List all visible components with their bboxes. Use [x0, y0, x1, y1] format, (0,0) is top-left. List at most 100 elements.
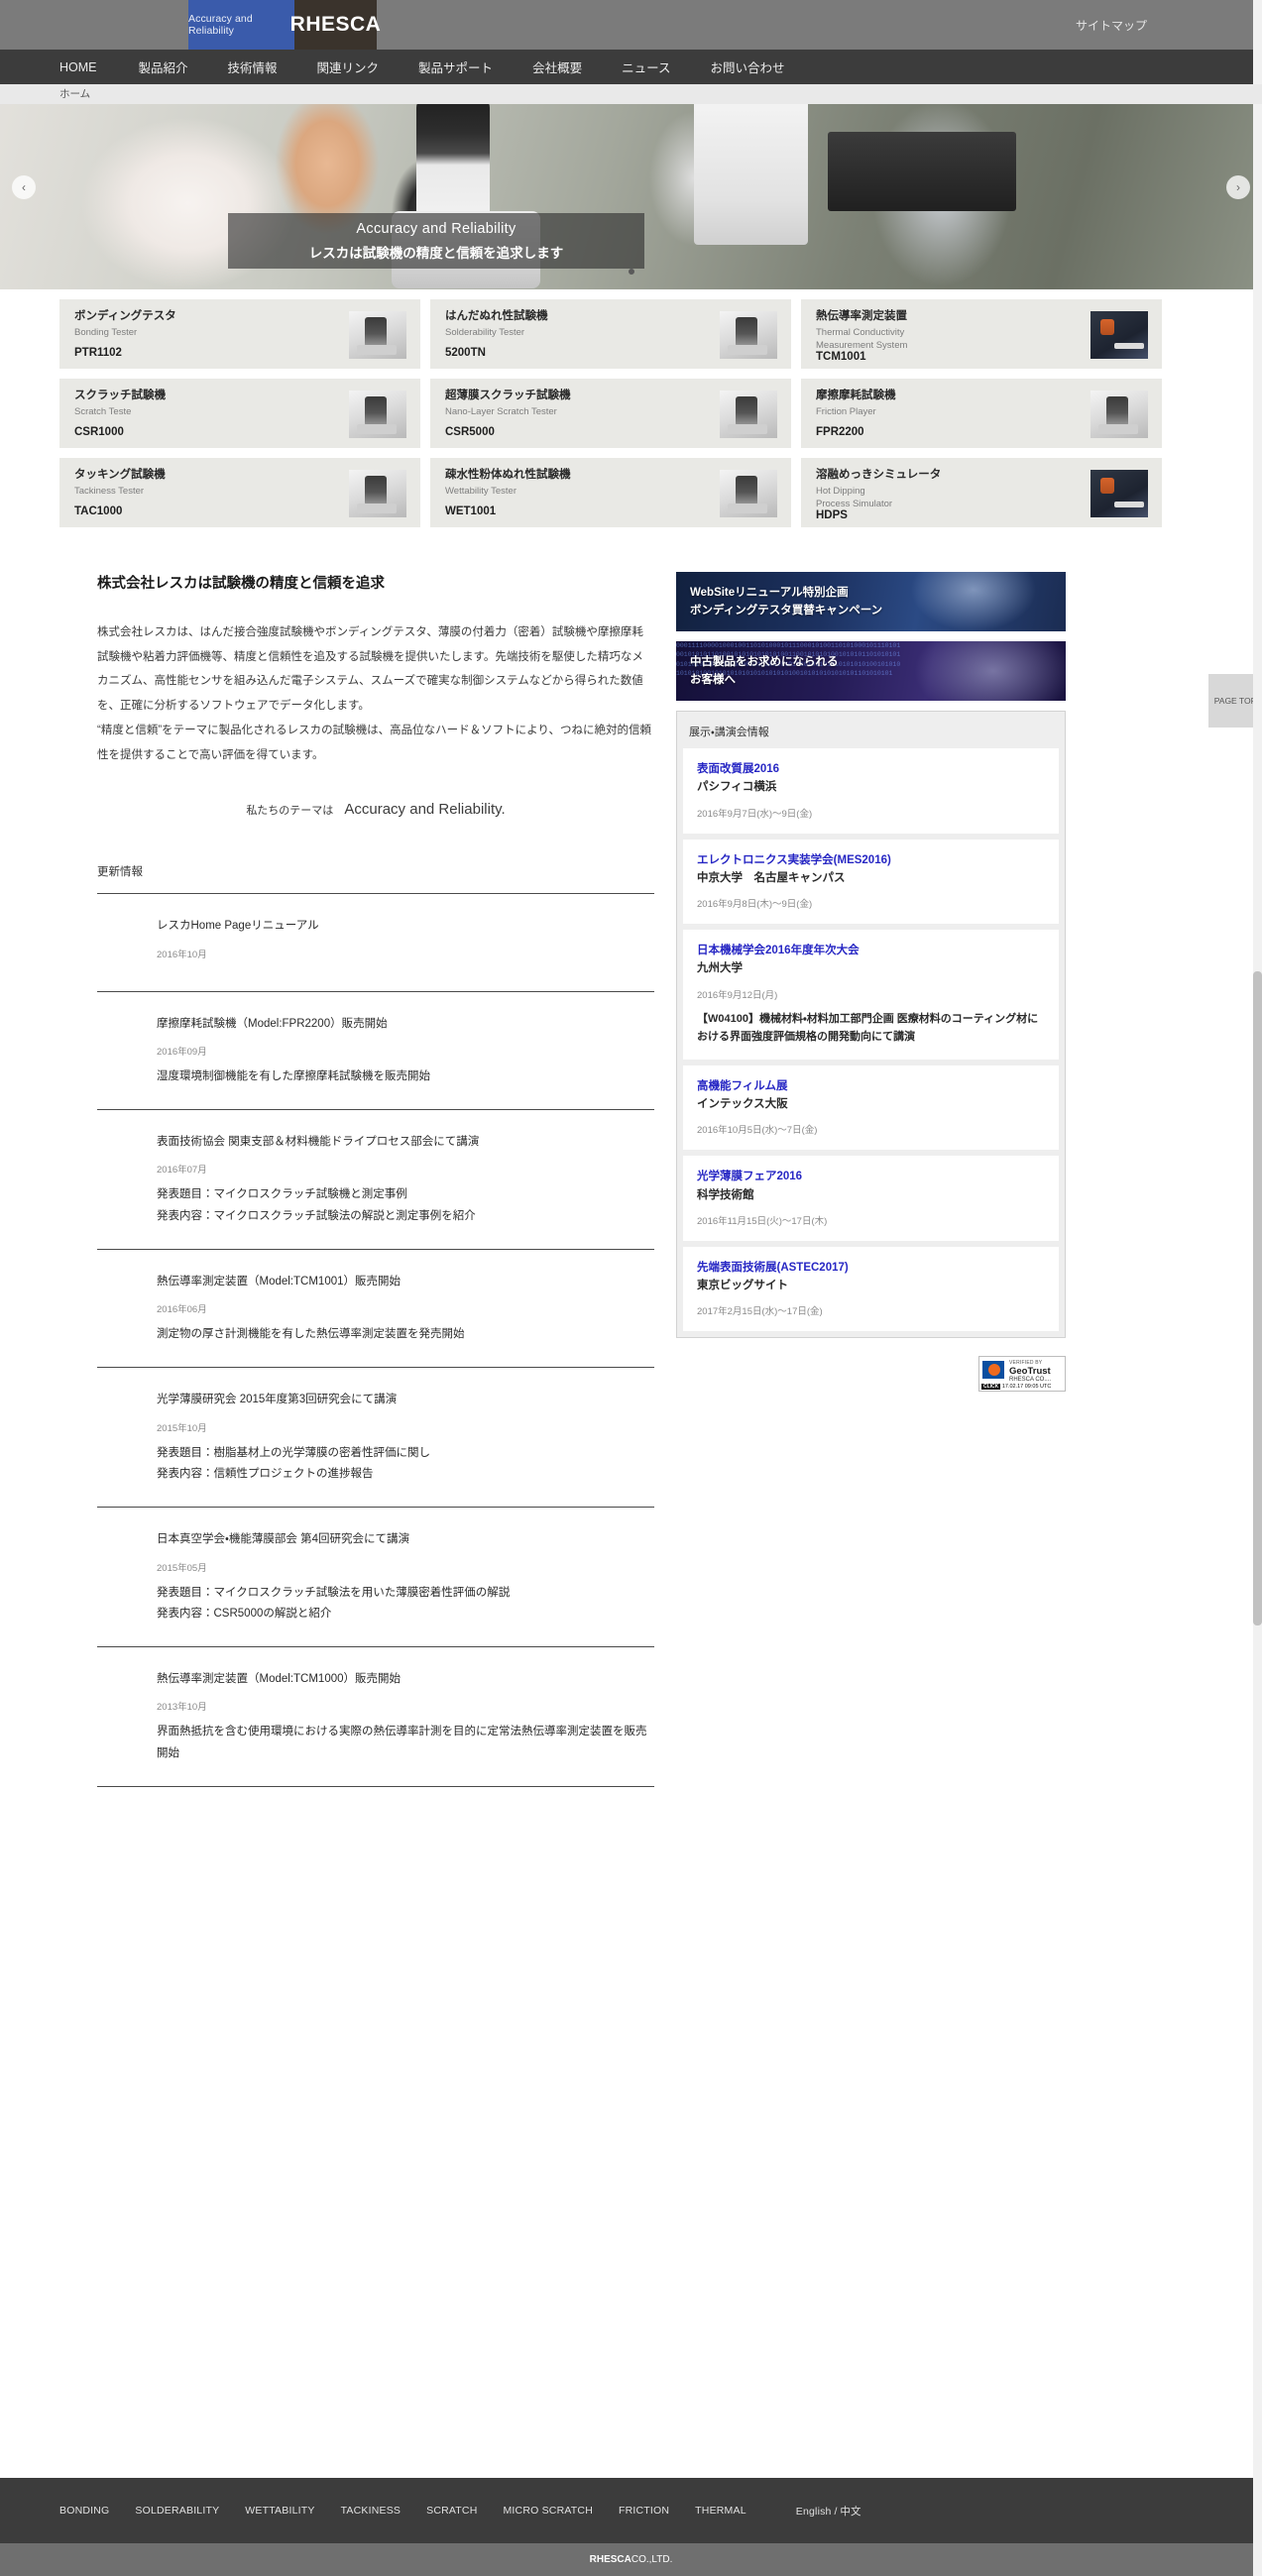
- language-english[interactable]: English: [796, 2506, 832, 2518]
- news-item[interactable]: 表面技術協会 関東支部＆材料機能ドライプロセス部会にて講演 2016年07月 発…: [97, 1110, 654, 1250]
- campaign-banner[interactable]: WebSiteリニューアル特別企画 ボンディングテスタ買替キャンペーン: [676, 572, 1066, 631]
- event-title[interactable]: 高機能フィルム展: [697, 1078, 1045, 1095]
- nav-item-products[interactable]: 製品紹介: [139, 57, 188, 76]
- logo-tagline: Accuracy and Reliability: [188, 0, 294, 50]
- footer-link-solderability[interactable]: SOLDERABILITY: [135, 2505, 219, 2517]
- news-item[interactable]: 摩擦摩耗試験機（Model:FPR2200）販売開始 2016年09月 湿度環境…: [97, 992, 654, 1111]
- event-item[interactable]: 光学薄膜フェア2016 科学技術館 2016年11月15日(火)～17日(木): [683, 1156, 1059, 1241]
- news-item[interactable]: レスカHome Pageリニューアル 2016年10月: [97, 894, 654, 992]
- sidebar: WebSiteリニューアル特別企画 ボンディングテスタ買替キャンペーン 0001…: [676, 572, 1066, 1787]
- news-item[interactable]: 熱伝導率測定装置（Model:TCM1000）販売開始 2013年10月 界面熱…: [97, 1647, 654, 1787]
- product-thumbnail-icon: [349, 311, 406, 359]
- news-item[interactable]: 日本真空学会・機能薄膜部会 第4回研究会にて講演 2015年05月 発表題目：マ…: [97, 1508, 654, 1648]
- geotrust-seal[interactable]: VERIFIED BY GeoTrust RHESCA CO.... CLICK…: [978, 1356, 1066, 1393]
- geotrust-click-label: CLICK: [981, 1384, 1001, 1391]
- product-model: CSR1000: [74, 426, 124, 438]
- event-item[interactable]: 先端表面技術展(ASTEC2017) 東京ビッグサイト 2017年2月15日(水…: [683, 1246, 1059, 1332]
- page-title: 株式会社レスカは試験機の精度と信頼を追求: [97, 576, 385, 592]
- footer-link-thermal[interactable]: THERMAL: [695, 2505, 746, 2517]
- hero-next-arrow-icon[interactable]: ›: [1226, 174, 1250, 199]
- product-name-en: Bonding Tester: [74, 326, 138, 338]
- event-item[interactable]: エレクトロニクス実装学会(MES2016) 中京大学 名古屋キャンパス 2016…: [683, 839, 1059, 924]
- news-title: 表面技術協会 関東支部＆材料機能ドライプロセス部会にて講演: [157, 1136, 480, 1149]
- language-chinese[interactable]: 中文: [840, 2506, 860, 2518]
- nav-item-news[interactable]: ニュース: [622, 57, 670, 76]
- product-name-jp: 疎水性粉体ぬれ性試験機: [445, 469, 571, 481]
- event-title[interactable]: 表面改質展2016: [697, 761, 1045, 778]
- news-date: 2013年10月: [157, 1702, 207, 1714]
- product-card[interactable]: 摩擦摩耗試験機 Friction Player FPR2200: [801, 379, 1162, 448]
- event-title[interactable]: エレクトロニクス実装学会(MES2016): [697, 852, 1045, 869]
- page-scrollbar[interactable]: [1253, 0, 1262, 2576]
- footer-link-scratch[interactable]: SCRATCH: [426, 2505, 477, 2517]
- product-thumbnail-icon: [1090, 311, 1148, 359]
- theme-value: Accuracy and Reliability.: [344, 801, 506, 819]
- product-card[interactable]: 溶融めっきシミュレータ Hot Dipping Process Simulato…: [801, 458, 1162, 527]
- geotrust-logo-icon: [982, 1361, 1004, 1380]
- copyright-brand: RHESCA: [589, 2554, 631, 2565]
- event-venue: パシフィコ横浜: [697, 781, 777, 794]
- news-date: 2016年06月: [157, 1304, 207, 1316]
- product-grid: ボンディングテスタ Bonding Tester PTR1102 はんだぬれ性試…: [0, 289, 1262, 527]
- nav-item-company[interactable]: 会社概要: [532, 57, 582, 76]
- news-item[interactable]: 光学薄膜研究会 2015年度第3回研究会にて講演 2015年10月 発表題目：樹…: [97, 1368, 654, 1509]
- news-title: 日本真空学会・機能薄膜部会 第4回研究会にて講演: [157, 1533, 409, 1546]
- scrollbar-thumb[interactable]: [1253, 971, 1262, 1625]
- product-card[interactable]: 熱伝導率測定装置 Thermal Conductivity Measuremen…: [801, 299, 1162, 369]
- used-products-banner[interactable]: 0001111000010001001101010001011100010100…: [676, 641, 1066, 701]
- news-item[interactable]: 熱伝導率測定装置（Model:TCM1001）販売開始 2016年06月 測定物…: [97, 1250, 654, 1369]
- nav-item-home[interactable]: HOME: [59, 60, 97, 74]
- event-item[interactable]: 日本機械学会2016年度年次大会 九州大学 2016年9月12日(月) 【W04…: [683, 930, 1059, 1060]
- hero-caption-jp: レスカは試験機の精度と信頼を追求します: [308, 245, 564, 261]
- footer-link-wettability[interactable]: WETTABILITY: [245, 2505, 314, 2517]
- product-model: WET1001: [445, 505, 497, 517]
- content-column: 株式会社レスカは試験機の精度と信頼を追求 株式会社レスカは、はんだ接合強度試験機…: [59, 572, 654, 1787]
- hero-equipment-right: [828, 132, 1016, 211]
- site-logo[interactable]: Accuracy and Reliability RHESCA: [188, 0, 381, 50]
- product-card[interactable]: ボンディングテスタ Bonding Tester PTR1102: [59, 299, 420, 369]
- footer-link-micro-scratch[interactable]: MICRO SCRATCH: [503, 2505, 593, 2517]
- geotrust-company: RHESCA CO....: [1009, 1377, 1052, 1384]
- news-detail: 発表内容：CSR5000の解説と紹介: [157, 1607, 332, 1620]
- used-products-banner-line2: お客様へ: [690, 674, 736, 686]
- product-card[interactable]: スクラッチ試験機 Scratch Teste CSR1000: [59, 379, 420, 448]
- copyright-bar: RHESCA CO.,LTD.: [0, 2543, 1262, 2576]
- event-venue: インテックス大阪: [697, 1098, 788, 1111]
- event-venue: 東京ビッグサイト: [697, 1280, 788, 1292]
- breadcrumb: ホーム: [0, 84, 1262, 104]
- nav-item-support[interactable]: 製品サポート: [418, 57, 493, 76]
- top-bar: Accuracy and Reliability RHESCA サイトマップ: [0, 0, 1262, 50]
- product-name-jp: ボンディングテスタ: [74, 310, 176, 322]
- event-item[interactable]: 表面改質展2016 パシフィコ横浜 2016年9月7日(水)～9日(金): [683, 748, 1059, 834]
- theme-prefix: 私たちのテーマは: [246, 805, 334, 818]
- product-name-jp: 摩擦摩耗試験機: [816, 390, 896, 401]
- nav-item-technical[interactable]: 技術情報: [228, 57, 278, 76]
- nav-item-contact[interactable]: お問い合わせ: [710, 57, 784, 76]
- product-card[interactable]: タッキング試験機 Tackiness Tester TAC1000: [59, 458, 420, 527]
- nav-item-links[interactable]: 関連リンク: [317, 57, 380, 76]
- used-products-banner-line1: 中古製品をお求めになられる: [690, 655, 839, 668]
- event-title[interactable]: 光学薄膜フェア2016: [697, 1169, 1045, 1185]
- footer-link-tackiness[interactable]: TACKINESS: [341, 2505, 402, 2517]
- product-name-en: Thermal Conductivity Measurement System: [816, 326, 908, 351]
- sitemap-link[interactable]: サイトマップ: [1076, 0, 1262, 50]
- product-card[interactable]: 超薄膜スクラッチ試験機 Nano-Layer Scratch Tester CS…: [430, 379, 791, 448]
- product-card[interactable]: 疎水性粉体ぬれ性試験機 Wettability Tester WET1001: [430, 458, 791, 527]
- hero-prev-arrow-icon[interactable]: ‹: [12, 174, 36, 199]
- footer-link-bonding[interactable]: BONDING: [59, 2505, 109, 2517]
- event-date: 2016年9月8日(木)～9日(金): [697, 899, 813, 910]
- product-thumbnail-icon: [349, 470, 406, 517]
- hero-pagination-dots: [0, 262, 1262, 280]
- event-title[interactable]: 日本機械学会2016年度年次大会: [697, 943, 1045, 959]
- product-card[interactable]: はんだぬれ性試験機 Solderability Tester 5200TN: [430, 299, 791, 369]
- event-date: 2016年10月5日(水)～7日(金): [697, 1125, 818, 1137]
- product-name-en: Friction Player: [816, 405, 876, 417]
- news-date: 2015年05月: [157, 1562, 207, 1574]
- footer-link-friction[interactable]: FRICTION: [619, 2505, 669, 2517]
- event-item[interactable]: 高機能フィルム展 インテックス大阪 2016年10月5日(水)～7日(金): [683, 1064, 1059, 1151]
- product-thumbnail-icon: [1090, 470, 1148, 517]
- main-navigation: HOME 製品紹介 技術情報 関連リンク 製品サポート 会社概要 ニュース お問…: [0, 50, 1262, 84]
- campaign-banner-line2: ボンディングテスタ買替キャンペーン: [690, 605, 883, 616]
- hero-dot-1[interactable]: [628, 269, 634, 275]
- event-title[interactable]: 先端表面技術展(ASTEC2017): [697, 1260, 1045, 1277]
